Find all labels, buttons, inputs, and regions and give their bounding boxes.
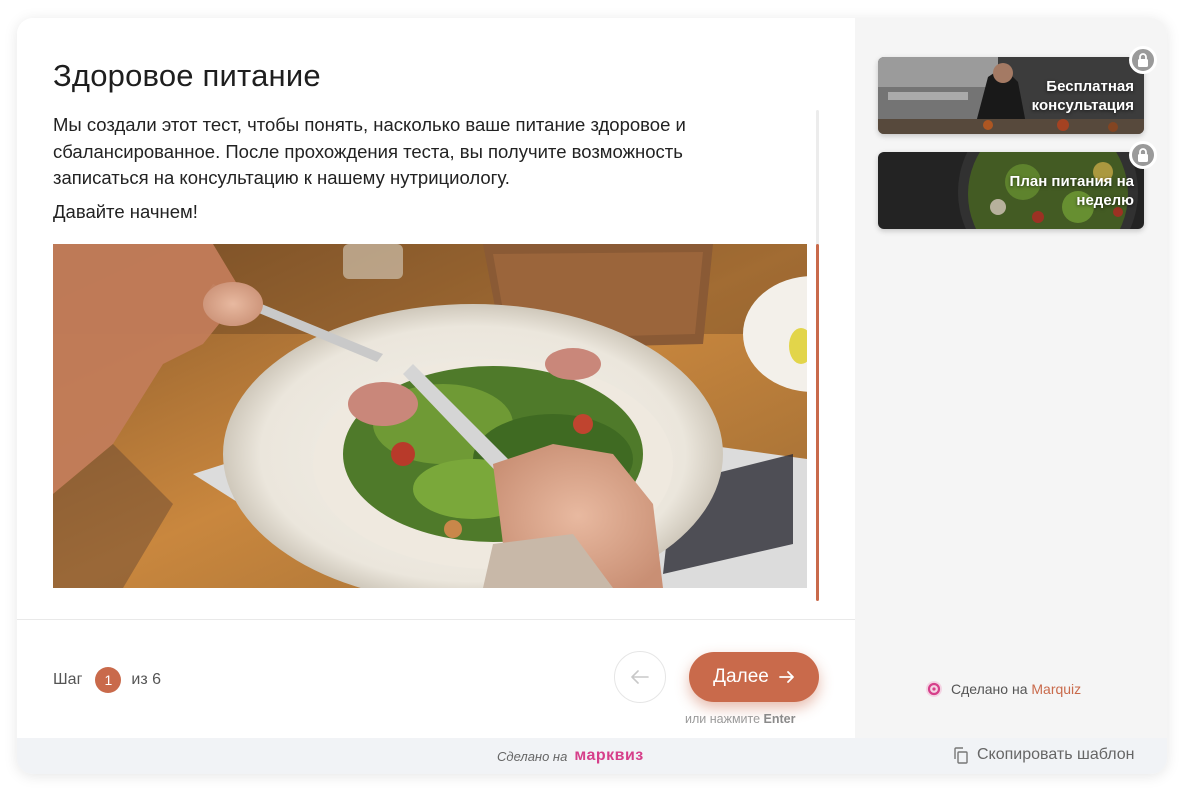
footer-divider <box>17 619 855 620</box>
copy-template-label: Скопировать шаблон <box>977 746 1135 763</box>
markviz-logo: марквиз <box>574 747 644 764</box>
gifts-sidebar: Бесплатная консультация План питания на … <box>855 18 1167 738</box>
quiz-description: Мы создали этот тест, чтобы понять, наск… <box>53 114 686 188</box>
gift-consultation: Бесплатная консультация <box>878 57 1144 134</box>
quiz-intro: Давайте начнем! <box>53 201 198 222</box>
step-total: из 6 <box>131 671 162 688</box>
made-on-prefix: Сделано на <box>951 681 1028 697</box>
bottom-bar: Сделано на марквиз Скопировать шаблон <box>17 738 1167 774</box>
hint-key: Enter <box>763 712 796 726</box>
step-indicator: Шаг 1 из 6 <box>53 667 161 693</box>
marquiz-logo-icon <box>926 681 942 697</box>
quiz-content: Здоровое питание Мы создали этот тест, ч… <box>17 18 855 738</box>
hint-prefix: или нажмите <box>685 712 761 726</box>
gift-meal-plan-label: План питания на неделю <box>1009 172 1134 209</box>
gift-consultation-label: Бесплатная консультация <box>1031 77 1134 114</box>
arrow-right-icon <box>778 671 794 683</box>
step-label: Шаг <box>53 671 83 688</box>
lock-icon <box>1129 46 1157 74</box>
copy-template-button[interactable]: Скопировать шаблон <box>953 746 1134 764</box>
keyboard-hint: или нажмите Enter <box>685 712 796 726</box>
arrow-left-icon <box>631 670 649 684</box>
next-button[interactable]: Далее <box>689 652 819 702</box>
lock-icon <box>1129 141 1157 169</box>
page-title: Здоровое питание <box>53 58 321 93</box>
next-button-label: Далее <box>713 666 769 687</box>
copy-icon <box>954 746 968 764</box>
salad-photo <box>53 244 807 588</box>
quiz-card: Здоровое питание Мы создали этот тест, ч… <box>17 18 1167 774</box>
scrollbar-thumb[interactable] <box>816 244 819 601</box>
step-current-badge: 1 <box>95 667 122 693</box>
bottom-made-prefix: Сделано на <box>497 748 568 764</box>
gift-meal-plan: План питания на неделю <box>878 152 1144 229</box>
made-on-marquiz-link[interactable]: Сделано на Marquiz <box>925 680 1081 698</box>
back-button[interactable] <box>614 651 666 703</box>
marquiz-brand: Marquiz <box>1031 681 1082 697</box>
made-on-markviz-link[interactable]: Сделано на марквиз <box>497 747 644 765</box>
